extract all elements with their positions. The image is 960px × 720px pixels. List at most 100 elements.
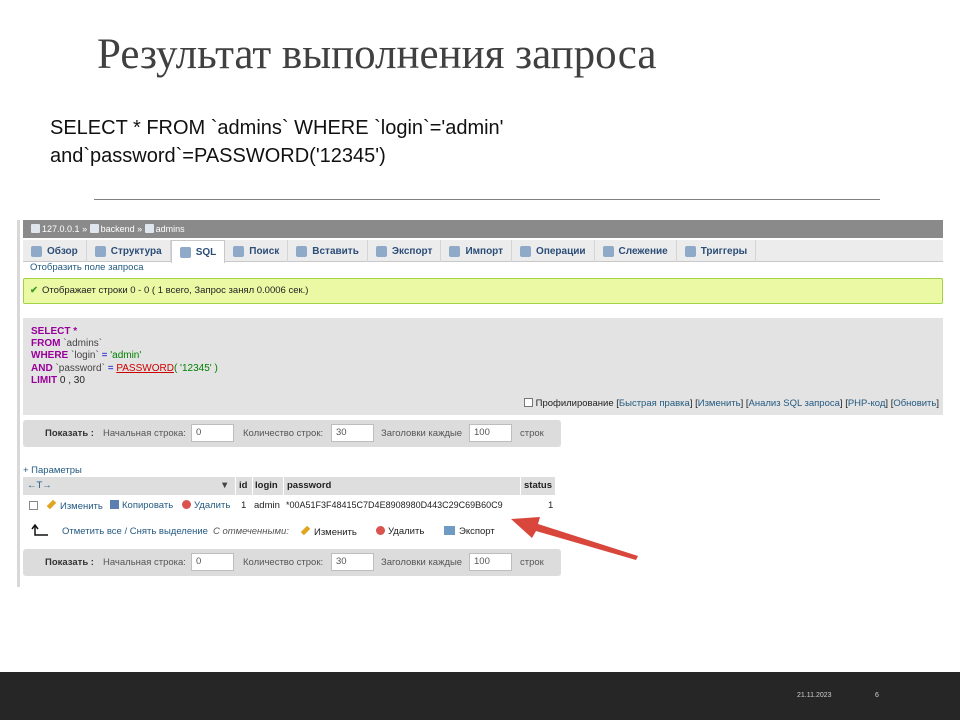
- header-separator: [235, 477, 236, 495]
- database-icon: [89, 224, 99, 233]
- headers-every-label: Заголовки каждые: [381, 428, 463, 439]
- sql-operator: =: [104, 362, 117, 374]
- tab-label: Слежение: [618, 245, 668, 257]
- row-delete-button[interactable]: Удалить: [182, 500, 230, 511]
- check-all-link[interactable]: Отметить все / Снять выделение: [62, 526, 208, 537]
- bracket: ] [: [689, 398, 698, 409]
- bulk-export-button[interactable]: Экспорт: [444, 526, 495, 537]
- start-row-input[interactable]: 0: [191, 424, 234, 442]
- tab-structure[interactable]: Структура: [87, 240, 171, 262]
- column-arrows[interactable]: ←T→: [27, 480, 52, 491]
- tab-search[interactable]: Поиск: [225, 240, 289, 262]
- sql-line-4: AND `password` = PASSWORD( '12345' ): [31, 363, 935, 375]
- slide: Результат выполнения запроса SELECT * FR…: [0, 0, 960, 720]
- header-separator: [252, 477, 253, 495]
- quick-edit-link[interactable]: Быстрая правка: [619, 398, 690, 409]
- nav-bar-bottom: Показать : Начальная строка: 0 Количеств…: [23, 549, 561, 576]
- tab-label: Обзор: [47, 245, 78, 257]
- sort-dropdown-icon[interactable]: ▼: [220, 480, 229, 491]
- row-checkbox[interactable]: [29, 501, 38, 513]
- table-header: ←T→ ▼ id login password status: [23, 477, 555, 495]
- slide-title: Результат выполнения запроса: [97, 31, 657, 78]
- profiling-checkbox[interactable]: [523, 398, 533, 407]
- sql-string: ( '12345' ): [173, 362, 218, 374]
- sql-limit-value: 0 , 30: [57, 374, 85, 386]
- sql-line-1: SELECT *: [31, 326, 935, 338]
- sql-query-box: SELECT * FROM `admins` WHERE `login` = '…: [23, 318, 943, 415]
- sql-line-3: WHERE `login` = 'admin': [31, 350, 935, 362]
- tab-browse[interactable]: Обзор: [23, 240, 87, 262]
- insert-icon: [296, 245, 308, 257]
- refresh-link[interactable]: Обновить: [893, 398, 936, 409]
- column-password[interactable]: password: [287, 480, 331, 491]
- sql-table: `admins`: [60, 338, 103, 350]
- browse-icon: [31, 245, 42, 257]
- rows-suffix: строк: [520, 557, 544, 568]
- tab-operations[interactable]: Операции: [512, 240, 595, 262]
- breadcrumb-sep: »: [82, 224, 88, 234]
- php-code-link[interactable]: PHP-код: [848, 398, 886, 409]
- table-icon: [144, 224, 154, 233]
- tab-triggers[interactable]: Триггеры: [677, 240, 757, 262]
- sql-icon: [179, 246, 191, 258]
- footer-date: 21.11.2023: [797, 692, 832, 699]
- tab-tracking[interactable]: Слежение: [595, 240, 677, 262]
- server-icon: [31, 224, 40, 233]
- delete-icon: [376, 526, 385, 535]
- breadcrumb-server[interactable]: 127.0.0.1: [42, 224, 80, 234]
- row-count-input[interactable]: 30: [331, 424, 374, 442]
- sql-column: `password`: [52, 362, 105, 374]
- header-separator: [520, 477, 521, 495]
- row-copy-button[interactable]: Копировать: [110, 500, 173, 511]
- sql-keyword: WHERE: [31, 350, 69, 362]
- column-id[interactable]: id: [239, 480, 247, 491]
- tab-import[interactable]: Импорт: [441, 240, 513, 262]
- headers-every-input[interactable]: 100: [469, 553, 512, 571]
- start-row-label: Начальная строка:: [103, 557, 186, 568]
- corner-arrow-icon: [31, 524, 48, 536]
- tab-insert[interactable]: Вставить: [288, 240, 368, 262]
- rows-suffix: строк: [520, 428, 544, 439]
- header-separator: [283, 477, 284, 495]
- with-selected-label: С отмеченными:: [213, 526, 289, 537]
- row-edit-button[interactable]: Изменить: [46, 499, 103, 512]
- tab-label: Вставить: [312, 245, 359, 257]
- bracket: ]: [936, 398, 939, 409]
- delete-icon: [182, 500, 191, 509]
- tab-label: Структура: [110, 245, 162, 257]
- cell-password: *00A51F3F48415C7D4E8908980D443C29C69B60C…: [286, 500, 503, 510]
- profiling-label: Профилирование: [535, 398, 614, 409]
- column-login[interactable]: login: [255, 480, 278, 491]
- page-number: 6: [875, 692, 879, 699]
- tab-export[interactable]: Экспорт: [368, 240, 442, 262]
- show-label: Показать :: [45, 557, 94, 568]
- row-count-input[interactable]: 30: [331, 553, 374, 571]
- sql-line-2: FROM `admins`: [31, 338, 935, 350]
- export-icon: [375, 245, 387, 257]
- start-row-input[interactable]: 0: [191, 553, 234, 571]
- show-query-link[interactable]: Отобразить поле запроса: [30, 262, 144, 273]
- breadcrumb-table[interactable]: admins: [156, 224, 185, 234]
- table-row: Изменить Копировать Удалить 1 admin *00A…: [23, 496, 555, 516]
- breadcrumb-database[interactable]: backend: [101, 224, 135, 234]
- row-count-label: Количество строк:: [243, 557, 324, 568]
- check-icon: ✔: [30, 285, 38, 296]
- cell-login: admin: [254, 500, 280, 511]
- column-status[interactable]: status: [524, 480, 552, 491]
- tracking-icon: [602, 245, 614, 257]
- edit-link[interactable]: Изменить: [698, 398, 741, 409]
- search-icon: [233, 245, 245, 257]
- bulk-edit-button[interactable]: Изменить: [300, 525, 357, 538]
- options-link[interactable]: + Параметры: [23, 465, 82, 476]
- sql-function[interactable]: PASSWORD: [116, 363, 174, 374]
- headers-every-input[interactable]: 100: [469, 424, 512, 442]
- analyze-link[interactable]: Анализ SQL запроса: [749, 398, 840, 409]
- bracket: ] [: [839, 398, 848, 409]
- pencil-icon: [300, 525, 311, 536]
- bulk-delete-button[interactable]: Удалить: [376, 526, 424, 537]
- nav-bar-top: Показать : Начальная строка: 0 Количеств…: [23, 420, 561, 447]
- tab-sql[interactable]: SQL: [170, 240, 226, 263]
- bulk-delete-label: Удалить: [388, 526, 425, 537]
- sql-operator: =: [98, 350, 111, 362]
- show-label-text: Показать :: [45, 557, 94, 568]
